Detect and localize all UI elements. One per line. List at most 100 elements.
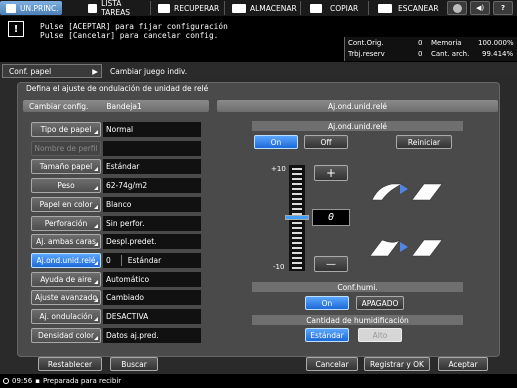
relay-off-button[interactable]: Off (304, 135, 348, 149)
cancel-label: Cancelar (315, 359, 349, 369)
tab-jobs-label: LISTA TAREAS (101, 0, 131, 17)
value-separator (120, 255, 122, 266)
setting-label: Aj. ondulación (39, 312, 93, 321)
accept-label: Aceptar (448, 359, 478, 369)
cont-orig-value: 0 (418, 39, 423, 47)
tab-store[interactable]: ALMACENAR (226, 1, 298, 15)
clock-icon (3, 378, 9, 384)
tab-recall[interactable]: RECUPERAR (152, 1, 222, 15)
corner-indicator-icon (94, 261, 98, 265)
amount-standard-button[interactable]: Estándar (305, 328, 349, 342)
receive-icon: ▪ (35, 377, 40, 385)
setting-value-2 (103, 141, 201, 156)
cancel-button[interactable]: Cancelar (306, 357, 358, 371)
search-button[interactable]: Buscar (110, 357, 158, 371)
setting-label: Nombre de perfil (34, 144, 98, 153)
curl-up-illustration (371, 183, 443, 201)
setting-button-8[interactable]: Aj.ond.unid.relé (31, 253, 101, 268)
tab-scan[interactable]: ESCANEAR (372, 1, 440, 15)
help-button[interactable]: ? (493, 1, 513, 15)
setting-button-12[interactable]: Densidad color (31, 328, 101, 343)
corner-indicator-icon (94, 205, 98, 209)
page-title: Defina el ajuste de ondulación de unidad… (26, 84, 209, 93)
setting-button-5[interactable]: Papel en color (31, 197, 101, 212)
setting-label: Tamaño papel (39, 162, 93, 171)
store-icon (232, 3, 246, 13)
setting-label: Ajuste avanzado (34, 293, 98, 302)
setting-button-11[interactable]: Aj. ondulación (31, 309, 101, 324)
tab-home[interactable]: UN.PRINC. (0, 1, 62, 15)
reset-button[interactable]: Reiniciar (396, 135, 452, 149)
relay-on-button[interactable]: On (254, 135, 298, 149)
setting-value-4: 62-74g/m2 (103, 178, 201, 193)
message-line-2: Pulse [Cancelar] para cancelar config. (40, 31, 219, 40)
slider-thumb[interactable] (285, 215, 309, 220)
breadcrumb-item-paper[interactable]: Conf. papel ▶ (2, 64, 102, 78)
restore-button[interactable]: Restablecer (38, 357, 102, 371)
corner-indicator-icon (94, 167, 98, 171)
setting-value-3: Estándar (103, 159, 201, 174)
status-text: Preparada para recibir (42, 377, 122, 385)
machine-icon (6, 3, 16, 13)
setting-value-6: Sin perfor. (103, 216, 201, 231)
corner-indicator-icon (94, 280, 98, 284)
setting-value-text: 0 (106, 256, 111, 265)
humid-on-button[interactable]: On (305, 296, 349, 310)
register-ok-button[interactable]: Registrar y OK (364, 357, 430, 371)
breadcrumb: Conf. papel ▶ Cambiar juego indiv. (0, 64, 517, 78)
status-time: 09:56 (12, 377, 33, 385)
humid-off-button[interactable]: APAGADO (356, 296, 404, 310)
setting-value-text: Despl.predet. (106, 237, 157, 246)
decrease-button[interactable]: — (314, 256, 348, 272)
setting-button-7[interactable]: Aj. ambas caras (31, 234, 101, 249)
amount-header: Cantidad de humidificación (252, 315, 463, 325)
corner-indicator-icon (94, 336, 98, 340)
curl-illustration (369, 183, 443, 257)
plus-icon: + (325, 166, 337, 180)
left-header-tray: Bandeja1 (106, 101, 142, 111)
corner-indicator-icon (94, 298, 98, 302)
globe-button[interactable] (447, 1, 467, 15)
setting-button-6[interactable]: Perforación (31, 216, 101, 231)
setting-button-10[interactable]: Ajuste avanzado (31, 290, 101, 305)
setting-value-text: Normal (106, 125, 134, 134)
setting-button-1[interactable]: Tipo de papel (31, 122, 101, 137)
corner-indicator-icon (94, 186, 98, 190)
corner-indicator-icon (94, 130, 98, 134)
cant-arch-value: 99.414% (482, 50, 514, 58)
setting-value-12: Datos aj.pred. (103, 328, 201, 343)
relay-on-label: On (270, 137, 282, 147)
setting-value-text: Estándar (106, 162, 140, 171)
setting-value-text: Automático (106, 275, 150, 284)
minus-icon: — (326, 258, 336, 270)
setting-value-1: Normal (103, 122, 201, 137)
tab-home-label: UN.PRINC. (20, 3, 59, 13)
tab-jobs[interactable]: LISTA TAREAS (82, 0, 148, 17)
setting-button-2[interactable]: Nombre de perfil (31, 141, 101, 156)
setting-button-4[interactable]: Peso (31, 178, 101, 193)
humid-off-label: APAGADO (361, 298, 399, 308)
setting-label: Tipo de papel (40, 125, 92, 134)
setting-label: Aj. ambas caras (36, 237, 96, 246)
setting-value-text: 62-74g/m2 (106, 181, 148, 190)
amount-high-button[interactable]: Alto (358, 328, 402, 342)
setting-value-text-2: Estándar (127, 256, 162, 265)
curl-down-illustration (369, 239, 443, 257)
setting-label: Papel en color (39, 200, 93, 209)
setting-value-text: Datos aj.pred. (106, 331, 159, 340)
breadcrumb-item-paper-label: Conf. papel (9, 66, 52, 76)
setting-value-text: DESACTIVA (106, 312, 149, 321)
volume-button[interactable]: ◀) (470, 1, 490, 15)
tab-copy[interactable]: COPIAR (304, 1, 364, 15)
recall-icon (158, 3, 170, 13)
setting-button-9[interactable]: Ayuda de aire (31, 272, 101, 287)
increase-button[interactable]: + (314, 165, 348, 181)
tab-copy-label: COPIAR (330, 3, 359, 13)
setting-label: Aj.ond.unid.relé (36, 256, 96, 265)
setting-button-3[interactable]: Tamaño papel (31, 159, 101, 174)
adjust-slider-track[interactable] (285, 165, 309, 271)
search-label: Buscar (121, 359, 147, 369)
cant-arch-label: Cant. arch. (431, 50, 470, 58)
accept-button[interactable]: Aceptar (438, 357, 488, 371)
restore-label: Restablecer (47, 359, 93, 369)
